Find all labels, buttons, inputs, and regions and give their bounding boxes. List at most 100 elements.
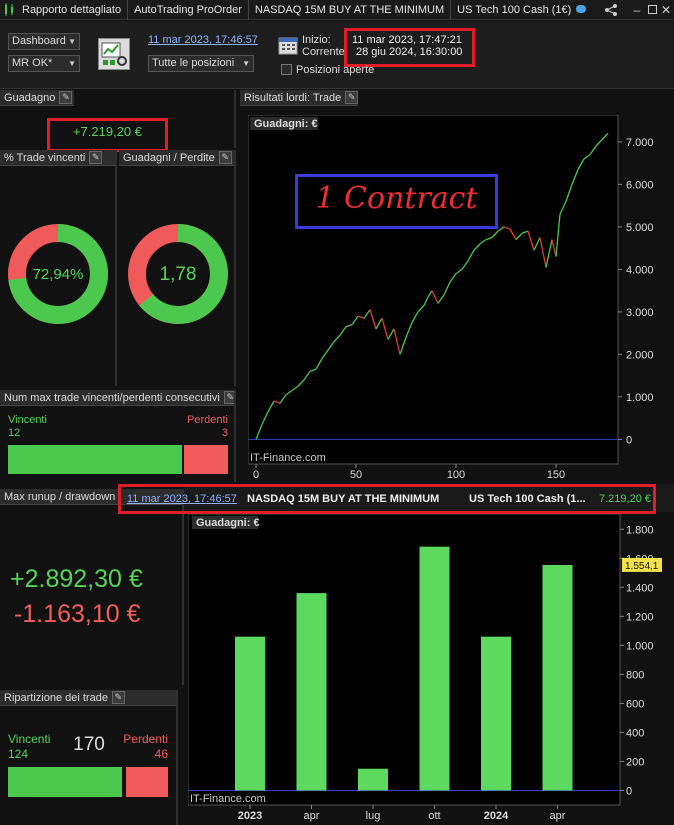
y-tick-label: 1.200 bbox=[626, 611, 654, 623]
wrench-icon[interactable]: ✎ bbox=[89, 150, 103, 164]
calendar-icon[interactable] bbox=[278, 35, 298, 55]
gain-value: +7.219,20 € bbox=[72, 124, 143, 139]
x-tick-label: lug bbox=[366, 810, 381, 822]
y-tick-label: 400 bbox=[626, 727, 644, 739]
close-icon[interactable]: ✕ bbox=[659, 3, 673, 17]
wrench-icon[interactable]: ✎ bbox=[111, 690, 125, 704]
x-tick-label: 2023 bbox=[238, 810, 262, 822]
open-positions-checkbox[interactable] bbox=[281, 64, 292, 75]
bar bbox=[235, 636, 265, 791]
chevron-down-icon: ▼ bbox=[242, 59, 250, 68]
positions-select[interactable]: Tutte le posizioni ▼ bbox=[148, 55, 254, 72]
gain-title: Guadagno bbox=[4, 92, 56, 104]
x-tick-label: ott bbox=[428, 810, 440, 822]
start-label: Inizio: bbox=[302, 34, 331, 46]
title-bar: Rapporto dettagliato AutoTrading ProOrde… bbox=[0, 0, 674, 20]
minimize-icon[interactable]: – bbox=[630, 3, 644, 17]
consecutive-panel: Num max trade vincenti/perdenti consecut… bbox=[0, 390, 236, 482]
y-tick-label: 1.800 bbox=[626, 524, 654, 536]
distribution-header: Ripartizione dei trade ✎ bbox=[0, 690, 176, 706]
tab-autotrading[interactable]: AutoTrading ProOrder bbox=[128, 0, 249, 20]
x-tick-label: apr bbox=[304, 810, 320, 822]
x-tick-label: 100 bbox=[447, 469, 465, 481]
bar bbox=[542, 564, 573, 791]
win-pct-value: 72,94% bbox=[32, 266, 84, 283]
status-select[interactable]: MR OK* ▼ bbox=[8, 55, 80, 72]
win-pct-header: % Trade vincenti ✎ bbox=[0, 150, 115, 166]
win-pct-title: % Trade vincenti bbox=[4, 152, 86, 164]
bar bbox=[296, 593, 327, 791]
consecutive-loss-label: Perdenti bbox=[187, 414, 228, 426]
wrench-icon[interactable]: ✎ bbox=[345, 90, 358, 104]
results-title: Risultati lordi: Trade bbox=[244, 92, 342, 104]
gain-panel-header: Guadagno ✎ bbox=[0, 90, 74, 106]
strip-instrument: US Tech 100 Cash (1... bbox=[469, 493, 586, 505]
bar bbox=[419, 546, 450, 791]
toolbar: Dashboard ▼ MR OK* ▼ 11 mar 2023, 17:46:57… bbox=[0, 21, 674, 89]
view-select[interactable]: Dashboard ▼ bbox=[8, 33, 80, 50]
tab-strategy[interactable]: NASDAQ 15M BUY AT THE MINIMUM bbox=[249, 0, 452, 20]
strip-value: 7.219,20 € bbox=[599, 493, 651, 505]
view-select-value: Dashboard bbox=[12, 35, 66, 47]
distribution-panel: Ripartizione dei trade ✎ Vincenti 124 170… bbox=[0, 690, 178, 825]
consecutive-win-value: 12 bbox=[8, 427, 21, 439]
watermark: IT-Finance.com bbox=[190, 793, 266, 805]
tab-label: US Tech 100 Cash (1€) bbox=[457, 3, 572, 16]
tab-detailed-report[interactable]: Rapporto dettagliato bbox=[0, 0, 129, 20]
distribution-win-value: 124 bbox=[8, 747, 29, 761]
consecutive-win-bar bbox=[8, 445, 182, 474]
tab-label: NASDAQ 15M BUY AT THE MINIMUM bbox=[254, 3, 445, 16]
app-chart-icon bbox=[5, 2, 13, 16]
positions-select-value: Tutte le posizioni bbox=[152, 57, 235, 69]
tab-label: Rapporto dettagliato bbox=[22, 3, 122, 16]
wrench-icon[interactable]: ✎ bbox=[59, 90, 73, 104]
wrench-icon[interactable]: ✎ bbox=[218, 150, 232, 164]
y-tick-label: 1.000 bbox=[626, 392, 654, 404]
y-tick-label: 800 bbox=[626, 669, 644, 681]
gain-loss-header: Guadagni / Perdite ✎ bbox=[119, 150, 234, 166]
gain-panel: Guadagno ✎ +7.219,20 € bbox=[0, 90, 236, 152]
current-date-value: 28 giu 2024, 16:30:00 bbox=[356, 46, 463, 58]
tab-label: AutoTrading ProOrder bbox=[134, 3, 242, 16]
distribution-title: Ripartizione dei trade bbox=[4, 692, 108, 704]
strip-strategy: NASDAQ 15M BUY AT THE MINIMUM bbox=[247, 493, 440, 505]
strip-date-link[interactable]: 11 mar 2023, 17:46:57 bbox=[127, 493, 237, 505]
current-label: Corrente: bbox=[302, 46, 348, 58]
last-value-label: 1.554,1 bbox=[625, 561, 659, 572]
y-tick-label: 7.000 bbox=[626, 137, 654, 149]
strategy-date-link[interactable]: 11 mar 2023, 17:46:57 bbox=[148, 34, 258, 46]
y-tick-label: 3.000 bbox=[626, 307, 654, 319]
runup-panel: Max runup / drawdown +2.892,30 € -1.163,… bbox=[0, 489, 184, 685]
wrench-icon[interactable]: ✎ bbox=[223, 390, 234, 404]
runup-value: +2.892,30 € bbox=[10, 565, 143, 593]
share-icon[interactable] bbox=[604, 3, 618, 17]
y-tick-label: 200 bbox=[626, 756, 644, 768]
y-tick-label: 4.000 bbox=[626, 264, 654, 276]
y-tick-label: 5.000 bbox=[626, 222, 654, 234]
y-tick-label: 1.400 bbox=[626, 582, 654, 594]
equity-line-chart: Guadagni: € IT-Finance.com 0 1.000 2.000 3.… bbox=[248, 115, 654, 481]
y-tick-label: 0 bbox=[626, 434, 632, 446]
gain-loss-title: Guadagni / Perdite bbox=[123, 152, 215, 164]
consecutive-loss-value: 3 bbox=[221, 427, 228, 439]
drawdown-value: -1.163,10 € bbox=[14, 600, 141, 628]
distribution-loss-value: 46 bbox=[154, 747, 168, 761]
plot-area bbox=[248, 115, 619, 465]
chat-bubble-icon bbox=[576, 4, 587, 13]
y-tick-label: 2.000 bbox=[626, 349, 654, 361]
gain-loss-value: 1,78 bbox=[159, 264, 197, 285]
tab-instrument[interactable]: US Tech 100 Cash (1€) bbox=[451, 0, 592, 20]
open-positions-label: Posizioni aperte bbox=[296, 64, 375, 76]
x-tick-label: apr bbox=[550, 810, 566, 822]
x-tick-label: 2024 bbox=[484, 810, 509, 822]
x-tick-label: 50 bbox=[350, 469, 362, 481]
y-tick-label: 0 bbox=[626, 785, 632, 797]
x-tick-label: 150 bbox=[547, 469, 565, 481]
consecutive-header: Num max trade vincenti/perdenti consecut… bbox=[0, 390, 234, 406]
win-pct-panel: % Trade vincenti ✎ 72,94% bbox=[0, 150, 117, 386]
strategy-settings-icon[interactable] bbox=[98, 38, 130, 70]
y-tick-label: 600 bbox=[626, 698, 644, 710]
gain-loss-panel: Guadagni / Perdite ✎ 1,78 bbox=[119, 150, 236, 386]
maximize-icon[interactable] bbox=[645, 3, 659, 17]
distribution-win-label: Vincenti bbox=[8, 732, 51, 746]
